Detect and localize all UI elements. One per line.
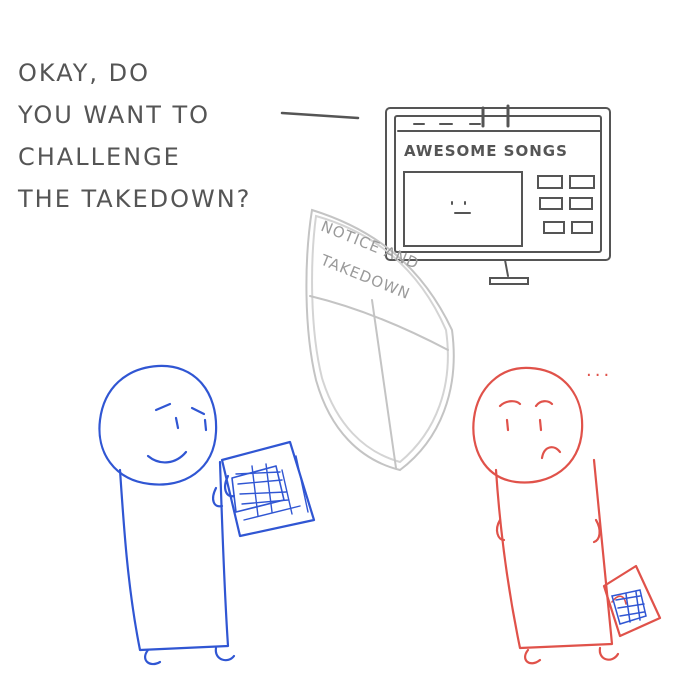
- blue-character: [98, 364, 316, 666]
- speech-line: CHALLENGE: [18, 143, 181, 171]
- thought-dots: ...: [586, 360, 613, 381]
- speech-bubble: OKAY, DO YOU WANT TO CHALLENGE THE TAKED…: [18, 52, 308, 220]
- speech-line: THE TAKEDOWN?: [18, 185, 252, 213]
- blue-paper: [220, 440, 316, 538]
- speech-line: OKAY, DO: [18, 59, 151, 87]
- speech-line: YOU WANT TO: [18, 101, 211, 129]
- blue-head: [98, 364, 218, 486]
- red-character: [472, 366, 662, 665]
- red-paper-scribble: [611, 589, 647, 625]
- monitor-title: AWESOME SONGS: [404, 142, 568, 160]
- red-head: [472, 366, 584, 484]
